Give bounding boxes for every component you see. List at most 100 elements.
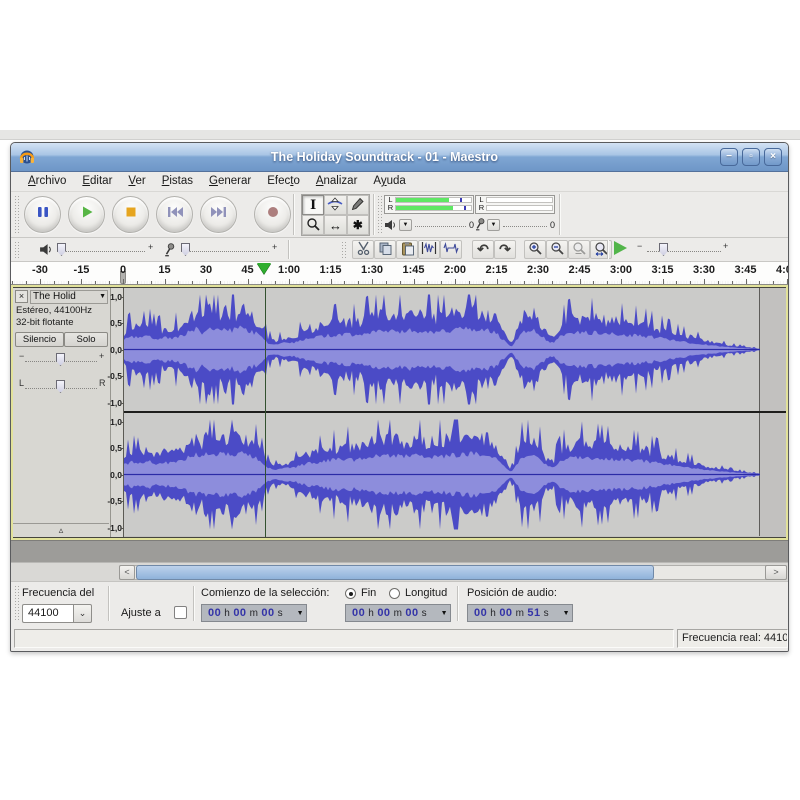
trim-button[interactable] <box>418 240 440 259</box>
input-volume-slider[interactable] <box>181 248 269 252</box>
waveform-zone[interactable] <box>124 288 786 537</box>
meter-channel-label: R <box>477 204 486 212</box>
menu-generar[interactable]: Generar <box>201 173 259 190</box>
pan-slider-thumb[interactable] <box>56 380 65 393</box>
track-close-button[interactable]: × <box>15 290 28 303</box>
timeline-major-tick <box>81 279 82 284</box>
waveform-right-channel[interactable] <box>124 413 786 536</box>
input-volume-thumb[interactable] <box>181 243 190 256</box>
close-button[interactable]: × <box>764 148 782 166</box>
envelope-tool-icon <box>327 197 343 214</box>
menu-editar[interactable]: Editar <box>74 173 120 190</box>
timeline-major-tick <box>248 279 249 284</box>
track-collapse-button[interactable]: ▵ <box>13 523 109 537</box>
rewind-button[interactable] <box>156 196 193 233</box>
zoom-out-button[interactable] <box>546 240 568 259</box>
track-name-menu[interactable]: The Holid ▼ <box>30 290 108 304</box>
menu-ver[interactable]: Ver <box>120 173 153 190</box>
output-volume-thumb[interactable] <box>57 243 66 256</box>
timeline-ruler[interactable]: -30-1501530451:001:151:301:452:002:152:3… <box>11 262 788 285</box>
transport-toolbar-grip[interactable] <box>14 195 19 234</box>
solo-button[interactable]: Solo <box>64 332 108 347</box>
maximize-button[interactable]: ▫ <box>742 148 760 166</box>
radio-length[interactable] <box>389 588 400 599</box>
rewind-icon <box>166 205 184 224</box>
playback-speed-slider[interactable] <box>647 248 721 252</box>
scroll-right-button[interactable]: > <box>765 565 787 580</box>
copy-button[interactable] <box>374 240 396 259</box>
copy-icon <box>378 241 393 259</box>
selection-tool-button[interactable]: I <box>302 195 324 215</box>
radio-length-label: Longitud <box>405 587 447 599</box>
edit-toolbar-grip[interactable] <box>341 241 346 258</box>
meter-peak-hold <box>460 198 462 202</box>
output-volume-slider[interactable] <box>57 248 145 252</box>
snap-checkbox[interactable] <box>174 606 187 619</box>
horizontal-scrollbar-thumb[interactable] <box>136 565 654 580</box>
selection-end-timefield[interactable]: 00h00m00s▼ <box>345 604 451 622</box>
mute-button[interactable]: Silencio <box>15 332 64 347</box>
timeline-label: 0 <box>120 264 126 276</box>
meter-toolbar-grip[interactable] <box>377 195 382 234</box>
stop-button[interactable] <box>112 196 149 233</box>
envelope-tool-button[interactable] <box>324 195 346 215</box>
redo-button[interactable]: ↷ <box>494 240 516 259</box>
paste-button[interactable] <box>396 240 418 259</box>
scroll-left-button[interactable]: < <box>119 565 135 580</box>
pause-button[interactable] <box>24 196 61 233</box>
menu-efecto[interactable]: Efecto <box>259 173 308 190</box>
audio-position-timefield[interactable]: 00h00m51s▼ <box>467 604 573 622</box>
playhead-marker-icon[interactable] <box>257 263 271 274</box>
waveform-left-channel[interactable] <box>124 288 786 411</box>
selection-tool-icon: I <box>310 198 316 213</box>
gain-slider-thumb[interactable] <box>56 353 65 366</box>
menu-archivo[interactable]: Archivo <box>20 173 74 190</box>
playback-cursor-line <box>265 288 266 537</box>
undo-button[interactable]: ↶ <box>472 240 494 259</box>
zoom-selection-button[interactable] <box>568 240 590 259</box>
forward-button[interactable] <box>200 196 237 233</box>
timefield-dropdown-icon[interactable]: ▼ <box>563 610 570 617</box>
menu-analizar[interactable]: Analizar <box>308 173 366 190</box>
draw-tool-button[interactable] <box>347 195 369 215</box>
meter-channel: L <box>477 196 553 204</box>
timefield-dropdown-icon[interactable]: ▼ <box>441 610 448 617</box>
record-button[interactable] <box>254 196 291 233</box>
menu-pistas[interactable]: Pistas <box>154 173 201 190</box>
zoom-tool-button[interactable] <box>302 215 324 235</box>
play-icon <box>79 204 95 225</box>
playback-speed-thumb[interactable] <box>659 243 668 256</box>
cut-button[interactable] <box>352 240 374 259</box>
audacity-logo-icon <box>18 148 36 166</box>
playback-meter[interactable]: LR <box>384 195 474 214</box>
recording-meter[interactable]: LR <box>475 195 555 214</box>
vertical-ruler[interactable] <box>111 288 124 537</box>
empty-track-space[interactable] <box>11 540 788 562</box>
radio-end[interactable] <box>345 588 356 599</box>
meter-channel-label: R <box>386 204 395 212</box>
rate-combobox[interactable]: 44100 ⌄ <box>22 604 92 623</box>
timefield-dropdown-icon[interactable]: ▼ <box>297 610 304 617</box>
playback-meter-menu-button[interactable]: ▼ <box>399 219 412 231</box>
recording-meter-menu-button[interactable]: ▼ <box>487 219 500 231</box>
timeline-mid-tick <box>510 281 511 284</box>
timeshift-tool-button[interactable]: ↔ <box>324 215 346 235</box>
desktop-strip <box>0 130 800 140</box>
timeline-major-tick <box>663 279 664 284</box>
multi-tool-button[interactable]: ✱ <box>347 215 369 235</box>
rate-dropdown-icon[interactable]: ⌄ <box>73 604 92 623</box>
mixer-toolbar-grip[interactable] <box>14 241 19 258</box>
rate-label: Frecuencia del <box>22 587 94 599</box>
selection-toolbar-grip[interactable] <box>14 585 19 622</box>
title-bar[interactable]: The Holiday Soundtrack - 01 - Maestro − … <box>11 143 788 172</box>
selection-start-timefield[interactable]: 00h00m00s▼ <box>201 604 307 622</box>
recording-meter-db-label: 0 <box>550 220 555 230</box>
play-at-speed-button[interactable] <box>614 241 627 255</box>
timeline-mid-tick <box>178 281 179 284</box>
zoom-in-button[interactable] <box>524 240 546 259</box>
menu-ayuda[interactable]: Ayuda <box>365 173 413 190</box>
silence-button[interactable] <box>440 240 462 259</box>
minimize-button[interactable]: − <box>720 148 738 166</box>
timeline-mid-tick <box>552 281 553 284</box>
play-button[interactable] <box>68 196 105 233</box>
